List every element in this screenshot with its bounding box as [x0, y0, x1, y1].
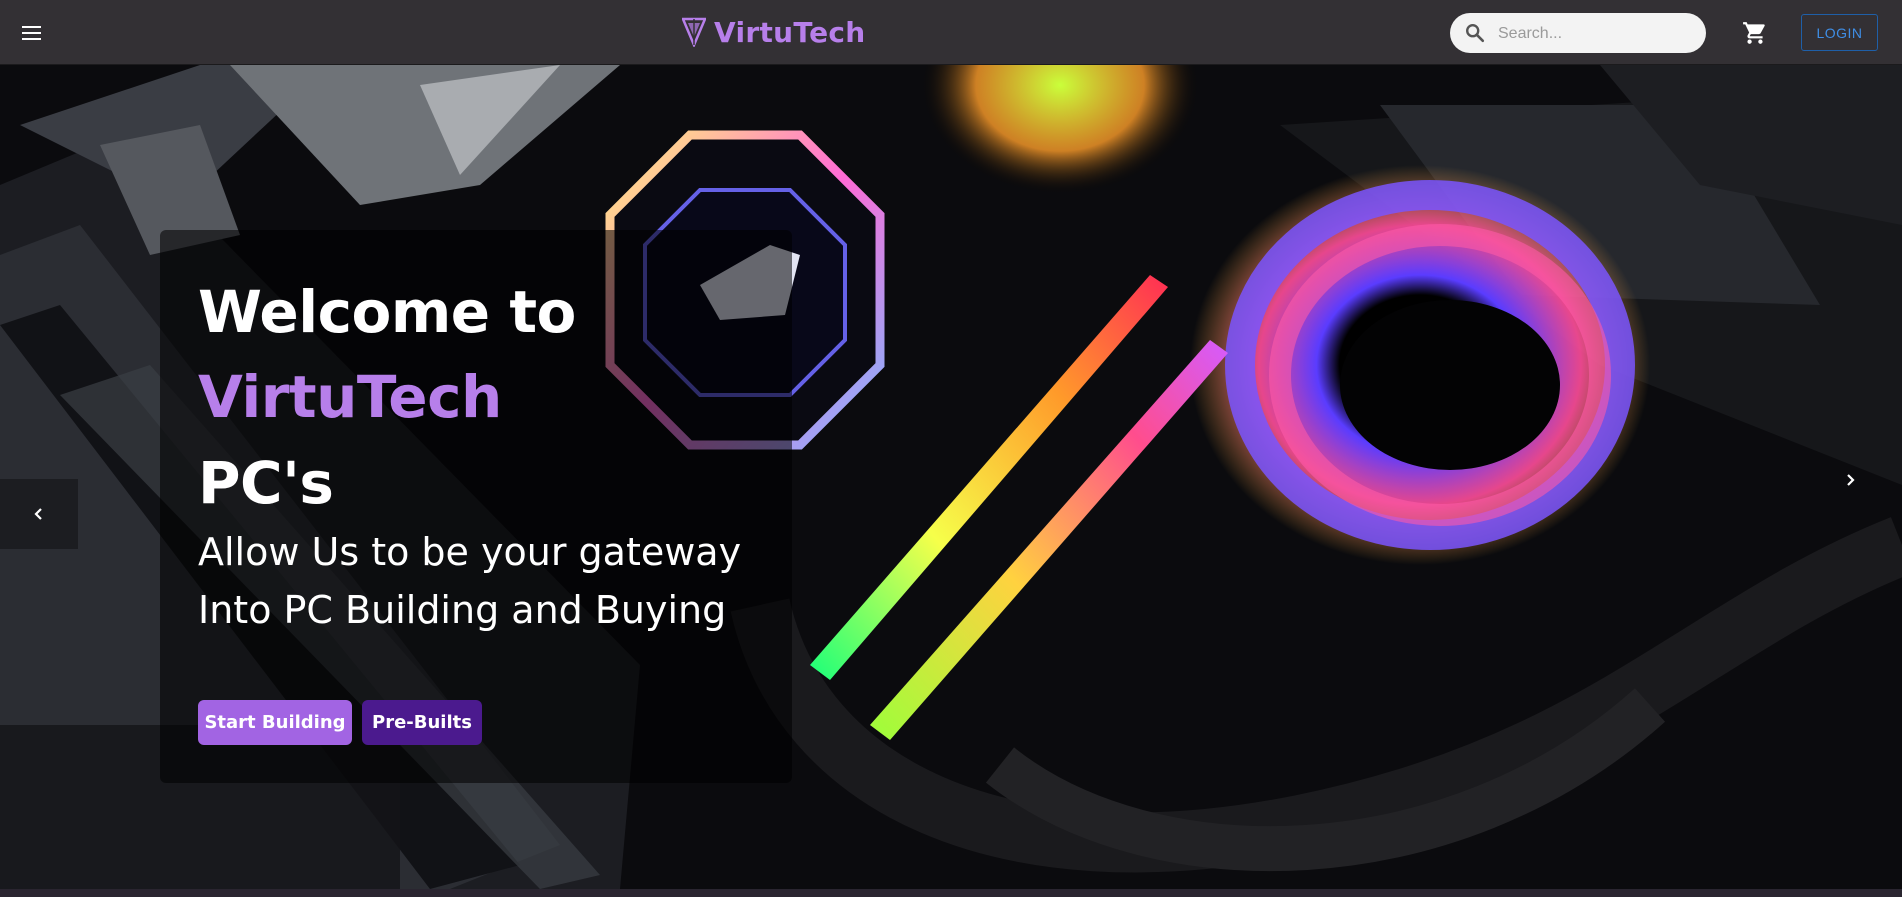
carousel-prev-button[interactable]: [0, 479, 78, 549]
carousel-next-button[interactable]: [1824, 461, 1876, 499]
hero-subtitle-line-2: Into PC Building and Buying: [198, 588, 727, 632]
hero-heading-brand: VirtuTech: [198, 363, 502, 431]
page-bottom-strip: [0, 889, 1902, 897]
brand-logo-icon: [682, 17, 706, 47]
brand-name: VirtuTech: [714, 15, 866, 49]
top-navbar: VirtuTech LOGIN: [0, 0, 1902, 65]
menu-icon[interactable]: [18, 20, 46, 46]
cart-icon[interactable]: [1742, 20, 1768, 46]
chevron-right-icon: [1847, 474, 1855, 486]
login-button[interactable]: LOGIN: [1801, 14, 1878, 51]
hero-heading-line-3: PC's: [198, 449, 334, 517]
brand-link[interactable]: VirtuTech: [682, 12, 866, 52]
hero-heading-line-1: Welcome to: [198, 278, 576, 346]
search-input[interactable]: [1496, 13, 1700, 55]
search-bar[interactable]: [1450, 13, 1706, 55]
hero-subtitle-line-1: Allow Us to be your gateway: [198, 530, 742, 574]
chevron-left-icon: [34, 508, 42, 520]
pre-builts-button[interactable]: Pre-Builts: [362, 700, 482, 745]
start-building-button[interactable]: Start Building: [198, 700, 352, 745]
search-icon: [1466, 24, 1485, 43]
